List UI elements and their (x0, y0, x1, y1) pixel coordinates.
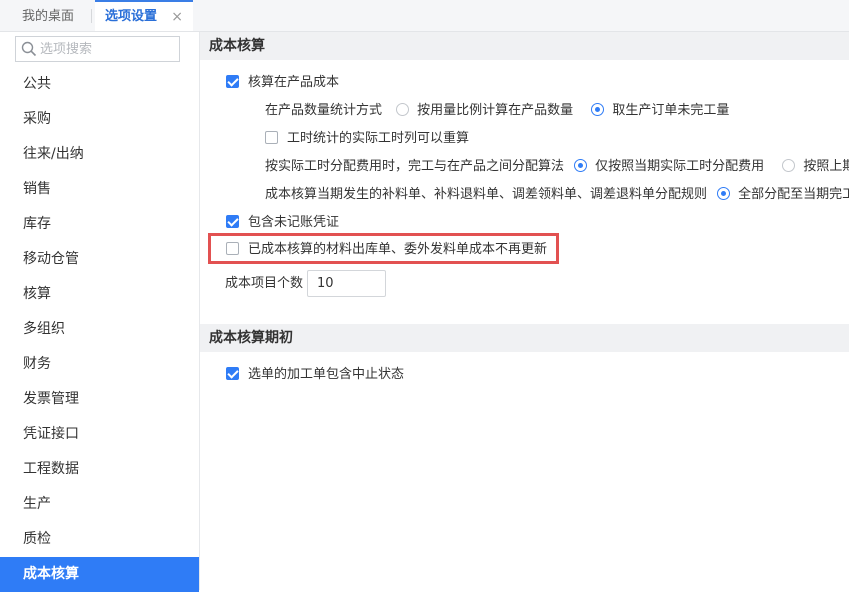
item-count-label: 成本项目个数 (225, 276, 304, 291)
radio-alloc-all-finished[interactable] (717, 187, 731, 200)
option-recalc-hours[interactable]: 工时统计的实际工时列可以重算 (265, 128, 469, 150)
checkbox-no-update[interactable] (226, 242, 239, 255)
radio-qty-by-ratio[interactable] (396, 103, 410, 116)
tab-options-settings[interactable]: 选项设置 × (95, 0, 193, 31)
radio-qty-unfinished[interactable] (591, 103, 605, 116)
option-label: 在产品数量统计方式 (265, 103, 383, 118)
sidebar-item-cashier[interactable]: 往来/出纳 (0, 137, 199, 172)
sidebar-item-sales[interactable]: 销售 (0, 172, 199, 207)
option-label: 核算在产品成本 (248, 75, 340, 90)
option-label: 包含未记账凭证 (248, 215, 340, 230)
sidebar: 公共 采购 往来/出纳 销售 库存 移动仓管 核算 多组织 财务 发票管理 凭证… (0, 32, 200, 592)
option-label: 按实际工时分配费用时，完工与在产品之间分配算法 (265, 159, 565, 174)
section-header-cost-opening: 成本核算期初 (200, 324, 849, 352)
sidebar-item-accounting[interactable]: 核算 (0, 277, 199, 312)
sidebar-item-public[interactable]: 公共 (0, 67, 199, 102)
radio-alloc-current[interactable] (574, 159, 588, 172)
sidebar-item-inventory[interactable]: 库存 (0, 207, 199, 242)
option-no-update[interactable]: 已成本核算的材料出库单、委外发料单成本不再更新 (226, 239, 547, 261)
checkbox-product-cost[interactable] (226, 75, 239, 88)
option-label: 成本核算当期发生的补料单、补料退料单、调差领料单、调差退料单分配规则 (265, 187, 708, 202)
item-count-input[interactable]: 10 (307, 270, 386, 297)
sidebar-item-purchase[interactable]: 采购 (0, 102, 199, 137)
section-header-cost: 成本核算 (200, 32, 849, 60)
tab-label: 选项设置 (105, 9, 158, 24)
sidebar-nav: 公共 采购 往来/出纳 销售 库存 移动仓管 核算 多组织 财务 发票管理 凭证… (0, 67, 199, 592)
sidebar-item-multi-org[interactable]: 多组织 (0, 312, 199, 347)
search-icon (21, 41, 37, 57)
checkbox-include-voucher[interactable] (226, 215, 239, 228)
sidebar-item-engineering-data[interactable]: 工程数据 (0, 452, 199, 487)
option-alloc-rule: 成本核算当期发生的补料单、补料退料单、调差领料单、调差退料单分配规则 全部分配至… (265, 184, 849, 206)
sidebar-item-cost-accounting[interactable]: 成本核算 (0, 557, 199, 592)
radio-label[interactable]: 仅按照当期实际工时分配费用 (595, 159, 764, 174)
radio-label[interactable]: 取生产订单未完工量 (612, 103, 729, 118)
close-icon[interactable]: × (171, 2, 183, 32)
search-box[interactable] (15, 36, 180, 62)
radio-label[interactable]: 全部分配至当期完工品 (738, 187, 849, 202)
sidebar-item-mobile-warehouse[interactable]: 移动仓管 (0, 242, 199, 277)
option-label: 工时统计的实际工时列可以重算 (287, 131, 470, 146)
radio-alloc-previous[interactable] (782, 159, 796, 172)
search-input[interactable] (40, 39, 175, 59)
settings-panel: 成本核算 核算在产品成本 在产品数量统计方式 按用量比例计算在产品数量 取生产订… (200, 32, 849, 590)
option-alloc-method: 按实际工时分配费用时，完工与在产品之间分配算法 仅按照当期实际工时分配费用 按照… (265, 156, 849, 178)
option-label: 选单的加工单包含中止状态 (248, 367, 405, 382)
sidebar-item-voucher-interface[interactable]: 凭证接口 (0, 417, 199, 452)
sidebar-item-quality[interactable]: 质检 (0, 522, 199, 557)
checkbox-recalc-hours[interactable] (265, 131, 278, 144)
option-include-stopped[interactable]: 选单的加工单包含中止状态 (226, 364, 404, 386)
sidebar-item-finance[interactable]: 财务 (0, 347, 199, 382)
sidebar-item-invoice[interactable]: 发票管理 (0, 382, 199, 417)
tab-bar: 我的桌面 选项设置 × (0, 0, 849, 32)
option-include-voucher[interactable]: 包含未记账凭证 (226, 212, 339, 234)
sidebar-item-production[interactable]: 生产 (0, 487, 199, 522)
option-label: 已成本核算的材料出库单、委外发料单成本不再更新 (248, 242, 548, 257)
radio-label[interactable]: 按用量比例计算在产品数量 (417, 103, 573, 118)
tab-my-desktop[interactable]: 我的桌面 (14, 0, 82, 31)
radio-label[interactable]: 按照上期在产 (803, 159, 849, 174)
tab-divider (91, 9, 92, 23)
option-product-cost[interactable]: 核算在产品成本 (226, 72, 339, 94)
checkbox-include-stopped[interactable] (226, 367, 239, 380)
option-qty-method: 在产品数量统计方式 按用量比例计算在产品数量 取生产订单未完工量 (265, 100, 729, 122)
